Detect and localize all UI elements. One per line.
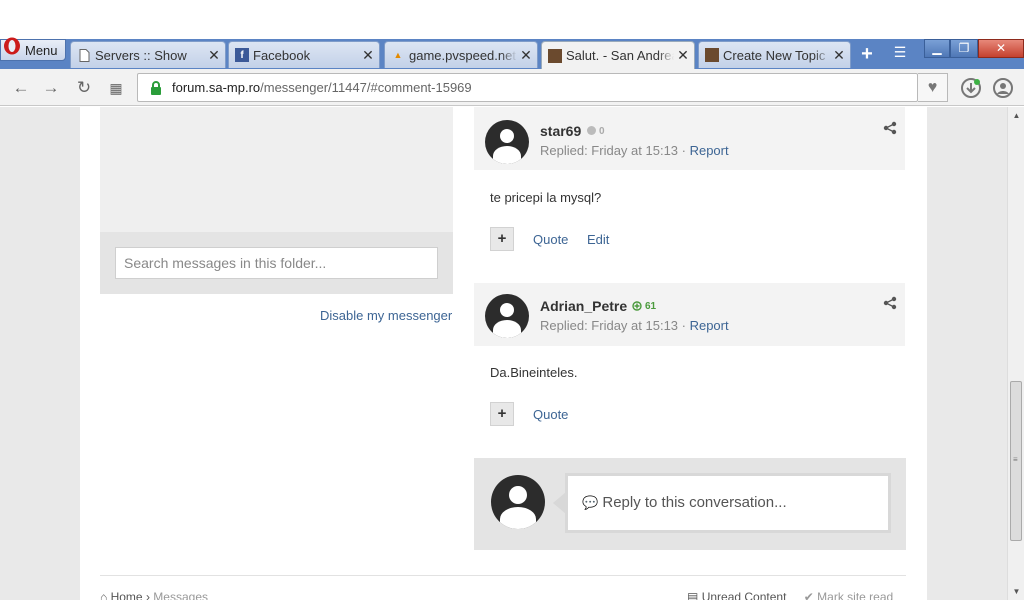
breadcrumb: ⌂ Home › Messages [100, 590, 208, 600]
tab-close-icon[interactable]: ✕ [205, 47, 223, 64]
reputation-count: 61 [645, 301, 657, 312]
reply-editor[interactable]: 💬 Reply to this conversation... [565, 473, 891, 533]
maximize-icon[interactable]: ❐ [950, 39, 978, 58]
quote-link[interactable]: Quote [533, 232, 568, 247]
home-icon: ⌂ [100, 590, 108, 600]
my-avatar [491, 475, 545, 529]
tab-close-icon[interactable]: ✕ [830, 47, 848, 64]
breadcrumb-messages[interactable]: Messages [153, 590, 208, 600]
tab-close-icon[interactable]: ✕ [517, 47, 535, 64]
opera-logo-icon [4, 37, 20, 55]
tab-close-icon[interactable]: ✕ [674, 47, 692, 64]
tab-title: Salut. - San Andreas [566, 48, 674, 63]
folder-search-input[interactable] [115, 247, 438, 279]
tab-facebook[interactable]: f Facebook ✕ [228, 41, 380, 68]
comment-body: te pricepi la mysql? [490, 190, 602, 205]
report-link[interactable]: Report [690, 318, 729, 333]
menu-label: Menu [25, 42, 58, 58]
mark-site-read-link[interactable]: Mark site read [817, 590, 893, 600]
breadcrumb-separator: › [145, 590, 150, 600]
pma-icon: ▲ [393, 50, 403, 60]
minimize-icon[interactable]: ▁ [924, 39, 950, 58]
breadcrumb-home[interactable]: Home [111, 590, 143, 600]
tab-title: Servers :: Show [95, 47, 187, 63]
comment-header [474, 283, 905, 346]
tab-pvspeed[interactable]: ▲ game.pvspeed.net ✕ [384, 41, 538, 68]
lock-icon [151, 80, 161, 95]
download-icon[interactable] [960, 77, 982, 99]
close-window-icon[interactable]: ✕ [978, 39, 1024, 58]
page-content: Disable my messenger star69 0 Replied: F… [80, 107, 927, 600]
facebook-icon: f [235, 48, 249, 62]
page-viewport: Disable my messenger star69 0 Replied: F… [0, 107, 1007, 600]
tab-close-icon[interactable]: ✕ [359, 47, 377, 64]
scroll-down-arrow-icon[interactable]: ▼ [1008, 583, 1024, 600]
plus-one-button[interactable]: + [490, 227, 514, 251]
check-icon: ✔ [803, 590, 814, 600]
bookmark-heart-icon[interactable]: ♥ [918, 73, 948, 102]
speed-dial-icon[interactable]: ▦ [105, 77, 127, 99]
comment-body: Da.Bineinteles. [490, 365, 578, 380]
share-icon[interactable] [883, 121, 897, 135]
comment-bubble-icon: 💬 [582, 495, 599, 510]
tab-title: game.pvspeed.net [409, 47, 516, 63]
url-path: /messenger/11447/#comment-15969 [260, 80, 472, 95]
comment-date: Replied: Friday at 15:13 · [540, 318, 690, 333]
comment-author[interactable]: Adrian_Petre [540, 298, 627, 314]
comment-meta: Replied: Friday at 15:13 · Report [540, 318, 729, 333]
edit-link[interactable]: Edit [587, 232, 609, 247]
comment-header [474, 107, 905, 170]
reputation-count: 0 [599, 126, 605, 137]
share-icon[interactable] [883, 296, 897, 310]
samp-icon [705, 48, 719, 62]
address-bar[interactable]: forum.sa-mp.ro/messenger/11447/#comment-… [137, 73, 918, 102]
reload-icon[interactable]: ↻ [73, 77, 95, 99]
footer-divider [100, 575, 906, 576]
back-icon[interactable]: ← [10, 77, 32, 99]
reputation-dot-icon [587, 126, 596, 135]
vertical-scrollbar[interactable]: ▲ ≡ ▼ [1007, 107, 1024, 600]
tab-servers[interactable]: Servers :: Show ✕ [70, 41, 226, 68]
scroll-up-arrow-icon[interactable]: ▲ [1008, 107, 1024, 124]
comment-author[interactable]: star69 [540, 123, 581, 139]
footer-links: ▤ Unread Content ✔ Mark site read [687, 590, 893, 600]
profile-icon[interactable] [992, 77, 1014, 99]
tab-salut[interactable]: Salut. - San Andreas ✕ [541, 41, 695, 69]
url-host: forum.sa-mp.ro [172, 80, 261, 95]
samp-icon [548, 48, 562, 63]
tab-menu-icon[interactable]: ☰ [891, 44, 909, 64]
tab-title: Create New Topic - [723, 47, 830, 63]
report-link[interactable]: Report [690, 143, 729, 158]
quote-link[interactable]: Quote [533, 407, 568, 422]
reply-placeholder: Reply to this conversation... [602, 494, 787, 511]
new-tab-icon[interactable]: + [857, 44, 877, 64]
avatar[interactable] [485, 294, 529, 338]
scroll-grip: ≡ [1013, 455, 1018, 464]
reputation-plus-icon [632, 301, 642, 311]
tab-create-topic[interactable]: Create New Topic - ✕ [698, 41, 851, 68]
scroll-thumb[interactable]: ≡ [1010, 381, 1022, 541]
unread-content-link[interactable]: Unread Content [702, 590, 787, 600]
comment-meta: Replied: Friday at 15:13 · Report [540, 143, 729, 158]
disable-messenger-link[interactable]: Disable my messenger [320, 308, 452, 323]
avatar[interactable] [485, 120, 529, 164]
plus-one-button[interactable]: + [490, 402, 514, 426]
tab-title: Facebook [253, 47, 311, 63]
opera-menu-button[interactable]: Menu [0, 37, 66, 61]
page-icon [77, 48, 91, 62]
forward-icon[interactable]: → [40, 77, 62, 99]
comment-date: Replied: Friday at 15:13 · [540, 143, 690, 158]
unread-content-icon: ▤ [687, 590, 699, 600]
